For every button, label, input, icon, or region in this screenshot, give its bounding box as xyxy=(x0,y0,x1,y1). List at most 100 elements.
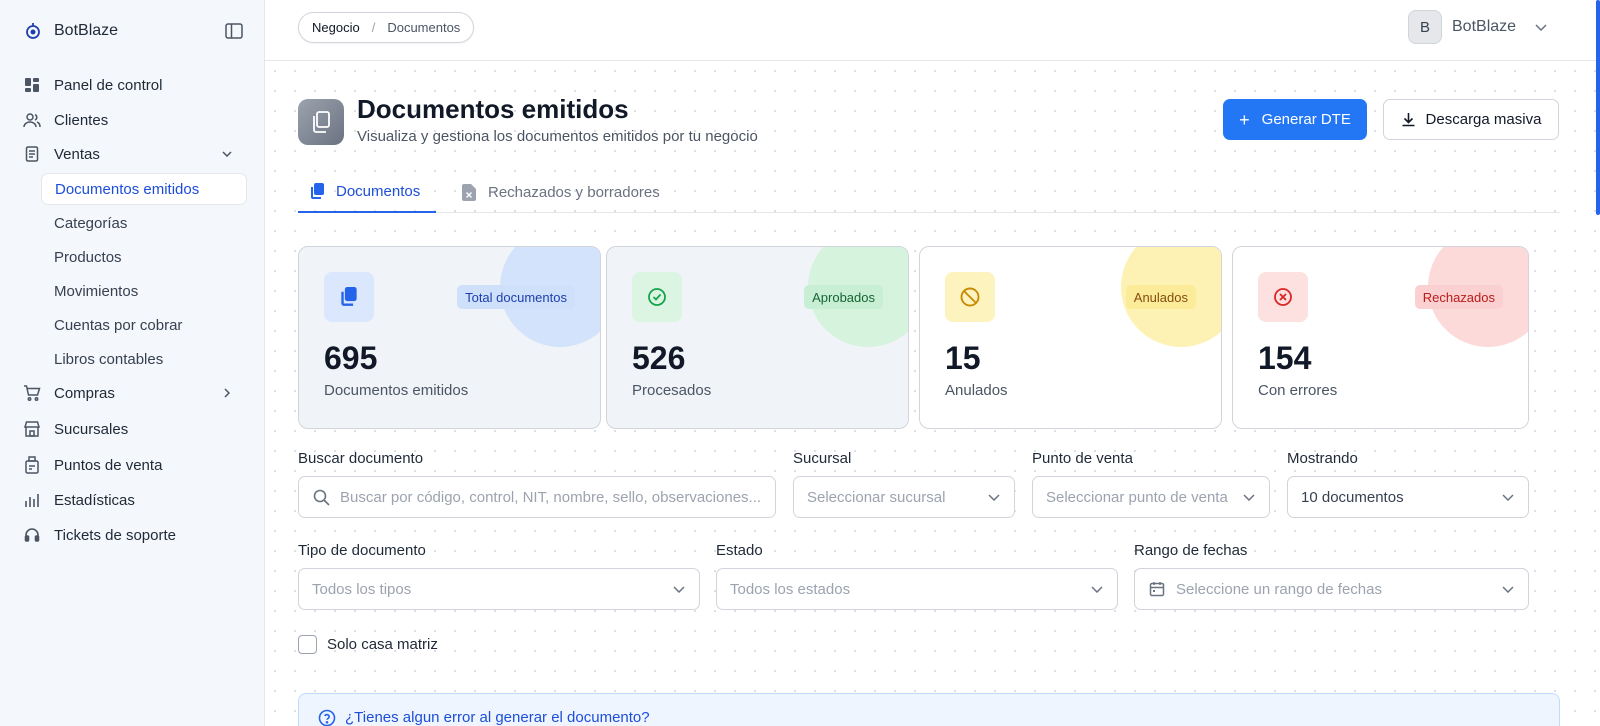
file-x-icon xyxy=(460,183,478,201)
sucursal-placeholder: Seleccionar sucursal xyxy=(807,488,946,506)
pos-terminal-icon xyxy=(22,455,42,475)
sucursal-label: Sucursal xyxy=(793,450,852,467)
sidebar-subitem-productos[interactable]: Productos xyxy=(41,241,247,273)
dashboard-icon xyxy=(22,75,42,95)
tabs: Documentos Rechazados y borradores xyxy=(298,171,1560,213)
search-icon xyxy=(312,488,330,506)
tab-label: Rechazados y borradores xyxy=(488,183,660,201)
estado-select[interactable]: Todos los estados xyxy=(716,568,1118,610)
status-badge: Aprobados xyxy=(804,285,883,309)
estado-label: Estado xyxy=(716,542,763,559)
sidebar-item-ventas[interactable]: Ventas xyxy=(22,139,244,169)
stat-label: Con errores xyxy=(1258,382,1338,399)
users-icon xyxy=(22,110,42,130)
sidebar: BotBlaze Panel de control Clientes Venta… xyxy=(0,0,265,726)
mostrando-value: 10 documentos xyxy=(1301,488,1404,506)
chevron-down-icon xyxy=(987,490,1001,504)
rango-fechas-label: Rango de fechas xyxy=(1134,542,1248,559)
stat-card-aprobados: Aprobados 526 Procesados xyxy=(606,246,909,429)
sidebar-item-compras[interactable]: Compras xyxy=(22,378,244,408)
status-badge: Anulados xyxy=(1125,285,1196,309)
documents-icon xyxy=(324,272,374,322)
breadcrumb: Negocio / Documentos xyxy=(298,12,475,43)
chevron-down-icon xyxy=(1501,490,1515,504)
sidebar-item-label: Clientes xyxy=(54,111,109,129)
tipo-placeholder: Todos los tipos xyxy=(312,580,412,598)
stat-label: Anulados xyxy=(945,382,1008,399)
bar-chart-icon xyxy=(22,490,42,510)
sidebar-item-label: Sucursales xyxy=(54,420,129,438)
check-circle-icon xyxy=(632,272,682,322)
page-title: Documentos emitidos xyxy=(357,94,629,124)
stat-card-rechazados: Rechazados 154 Con errores xyxy=(1232,246,1529,429)
sidebar-item-label: Panel de control xyxy=(54,76,163,94)
tab-documentos[interactable]: Documentos xyxy=(298,171,436,213)
sidebar-item-puntos-de-venta[interactable]: Puntos de venta xyxy=(22,450,244,480)
solo-casa-matriz-row[interactable]: Solo casa matriz xyxy=(298,635,438,654)
descarga-masiva-label: Descarga masiva xyxy=(1425,111,1542,128)
generar-dte-button[interactable]: + Generar DTE xyxy=(1223,99,1367,140)
solo-casa-matriz-label: Solo casa matriz xyxy=(327,636,438,653)
tipo-documento-label: Tipo de documento xyxy=(298,542,426,559)
user-name: BotBlaze xyxy=(1452,18,1517,35)
rango-placeholder: Seleccione un rango de fechas xyxy=(1176,580,1382,598)
sidebar-toggle-icon[interactable] xyxy=(224,21,244,41)
punto-venta-select[interactable]: Seleccionar punto de venta xyxy=(1032,476,1270,518)
descarga-masiva-button[interactable]: Descarga masiva xyxy=(1383,99,1559,140)
sidebar-subitem-documentos-emitidos[interactable]: Documentos emitidos xyxy=(41,173,247,205)
plus-icon: + xyxy=(1239,109,1250,130)
search-label: Buscar documento xyxy=(298,450,424,467)
mostrando-select[interactable]: 10 documentos xyxy=(1287,476,1529,518)
tipo-documento-select[interactable]: Todos los tipos xyxy=(298,568,700,610)
brand-name: BotBlaze xyxy=(54,22,119,39)
sidebar-subitem-libros-contables[interactable]: Libros contables xyxy=(41,343,247,375)
breadcrumb-documentos: Documentos xyxy=(387,20,461,35)
store-icon xyxy=(22,419,42,439)
sidebar-item-tickets-de-soporte[interactable]: Tickets de soporte xyxy=(22,520,244,550)
sucursal-select[interactable]: Seleccionar sucursal xyxy=(793,476,1015,518)
sidebar-item-label: Ventas xyxy=(54,145,100,163)
main-content: Documentos emitidos Visualiza y gestiona… xyxy=(265,61,1596,726)
stat-value: 695 xyxy=(324,340,378,376)
solo-casa-matriz-checkbox[interactable] xyxy=(298,635,317,654)
sidebar-item-label: Tickets de soporte xyxy=(54,526,176,544)
mostrando-label: Mostrando xyxy=(1287,450,1358,467)
chevron-down-icon xyxy=(1090,582,1104,596)
tab-label: Documentos xyxy=(336,182,421,200)
sidebar-item-estadisticas[interactable]: Estadísticas xyxy=(22,485,244,515)
user-menu[interactable]: B BotBlaze xyxy=(1408,10,1548,44)
rango-fechas-picker[interactable]: Seleccione un rango de fechas xyxy=(1134,568,1529,610)
help-banner[interactable]: ¿Tienes algun error al generar el docume… xyxy=(298,693,1560,726)
stat-value: 15 xyxy=(945,340,981,376)
headset-icon xyxy=(22,525,42,545)
sidebar-item-sucursales[interactable]: Sucursales xyxy=(22,414,244,444)
sidebar-item-panel-de-control[interactable]: Panel de control xyxy=(22,70,244,100)
x-circle-icon xyxy=(1258,272,1308,322)
sidebar-item-label: Puntos de venta xyxy=(54,456,163,474)
chevron-down-icon xyxy=(1534,20,1548,34)
help-text: ¿Tienes algun error al generar el docume… xyxy=(345,709,650,726)
sidebar-item-label: Compras xyxy=(54,384,115,402)
download-icon xyxy=(1401,112,1416,127)
brand[interactable]: BotBlaze xyxy=(22,18,118,44)
avatar: B xyxy=(1408,10,1442,44)
chevron-down-icon xyxy=(220,147,234,161)
sidebar-item-clientes[interactable]: Clientes xyxy=(22,105,244,135)
stat-card-total: Total documentos 695 Documentos emitidos xyxy=(298,246,601,429)
sidebar-subitem-cuentas-por-cobrar[interactable]: Cuentas por cobrar xyxy=(41,309,247,341)
search-input[interactable]: Buscar por código, control, NIT, nombre,… xyxy=(298,476,776,518)
stat-card-anulados: Anulados 15 Anulados xyxy=(919,246,1222,429)
ban-icon xyxy=(945,272,995,322)
sidebar-subitem-categorias[interactable]: Categorías xyxy=(41,207,247,239)
receipt-icon xyxy=(22,144,42,164)
sidebar-subitem-movimientos[interactable]: Movimientos xyxy=(41,275,247,307)
scrollbar[interactable] xyxy=(1596,0,1600,215)
chevron-down-icon xyxy=(1501,582,1515,596)
status-badge: Total documentos xyxy=(457,285,575,309)
status-badge: Rechazados xyxy=(1414,285,1503,309)
breadcrumb-negocio[interactable]: Negocio xyxy=(312,20,360,35)
documents-icon xyxy=(308,182,326,200)
generar-dte-label: Generar DTE xyxy=(1261,111,1351,128)
page-subtitle: Visualiza y gestiona los documentos emit… xyxy=(357,128,758,145)
tab-rechazados-y-borradores[interactable]: Rechazados y borradores xyxy=(460,171,660,213)
